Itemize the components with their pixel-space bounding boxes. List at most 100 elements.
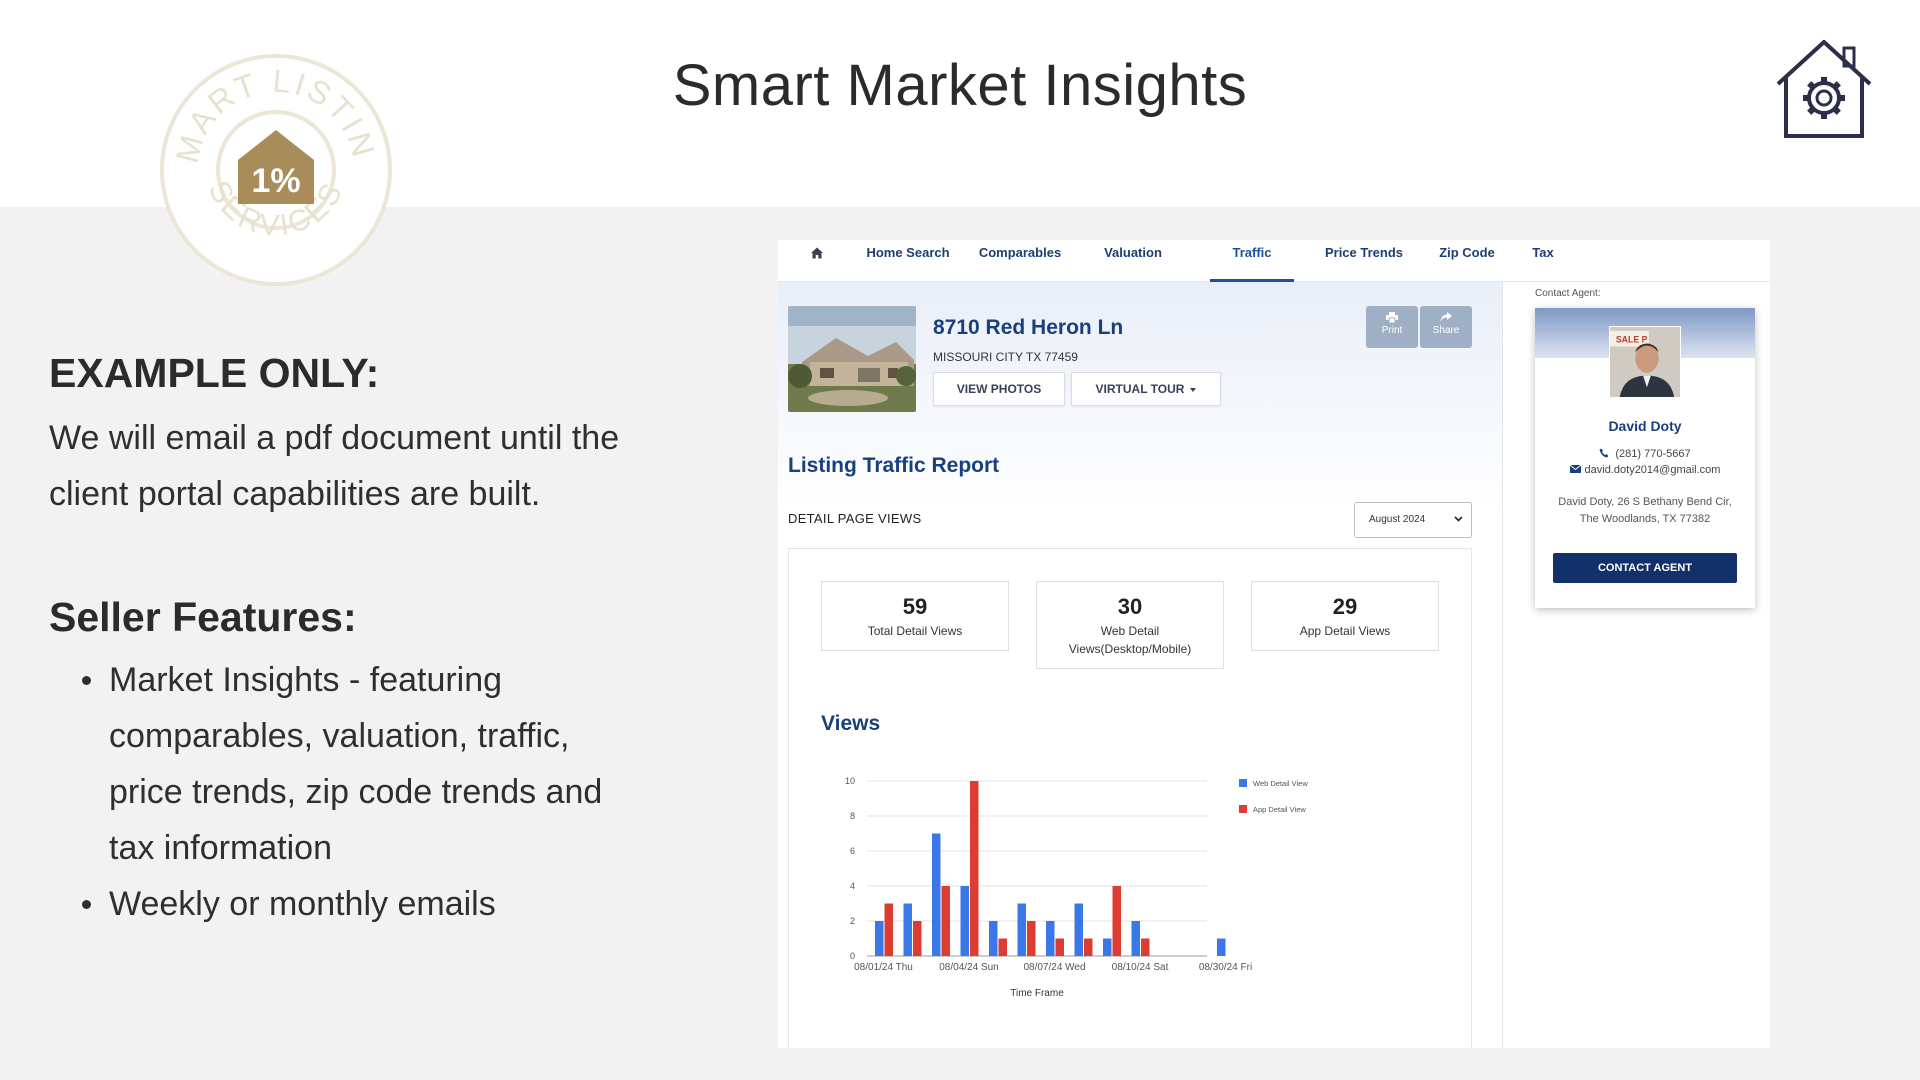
stat-label: Web Detail Views(Desktop/Mobile) [1068,624,1192,656]
legend-swatch [1239,805,1247,813]
stat-app-views: 29 App Detail Views [1251,581,1439,651]
y-tick-label: 8 [850,811,855,821]
legend-swatch [1239,779,1247,787]
bar-app [913,921,922,956]
stat-value: 29 [1332,594,1358,619]
stat-total-views: 59 Total Detail Views [821,581,1009,651]
stat-value: 30 [1117,594,1143,619]
traffic-main-panel: 8710 Red Heron Ln MISSOURI CITY TX 77459… [778,282,1502,1048]
caret-down-icon [1190,387,1197,392]
bar-web [1074,903,1083,956]
bar-app [1055,938,1064,956]
contact-agent-button[interactable]: CONTACT AGENT [1553,553,1737,583]
feature-item: Weekly or monthly emails [82,876,649,932]
agent-card: SALE P David Doty (281) 770-5667 david.d… [1535,308,1755,608]
house-gear-icon [1776,40,1872,138]
agent-name: David Doty [1608,418,1682,434]
view-photos-button[interactable]: VIEW PHOTOS [933,372,1065,406]
report-title: Listing Traffic Report [788,454,1000,477]
x-tick-label: 08/04/24 Sun [939,962,999,973]
tab-zip-code[interactable]: Zip Code [1426,240,1508,282]
contact-agent-label: Contact Agent: [1535,288,1601,299]
tab-valuation[interactable]: Valuation [1088,240,1178,282]
share-label: Share [1432,325,1460,336]
x-tick-label: 08/07/24 Wed [1023,962,1085,973]
stat-web-views: 30 Web Detail Views(Desktop/Mobile) [1036,581,1224,669]
agent-address-line2: The Woodlands, TX 77382 [1579,513,1711,525]
legend-label: Web Detail View [1253,779,1308,788]
bar-app [1027,921,1036,956]
tab-home-search[interactable]: Home Search [858,240,958,282]
x-tick-label: 08/01/24 Thu [854,962,913,973]
agent-email[interactable]: david.doty2014@gmail.com [1535,464,1755,476]
views-bar-chart: 0 2 4 6 8 10 08/01/24 Thu 08/04/24 Sun 08/07/24 … [845,776,1308,999]
month-select-value: August 2024 [1369,514,1426,525]
bar-app [1084,938,1093,956]
bar-app [1141,938,1150,956]
y-tick-label: 0 [850,951,855,961]
example-body: We will email a pdf document until the c… [49,419,620,513]
tab-tax[interactable]: Tax [1518,240,1568,282]
share-button[interactable]: Share [1420,306,1472,348]
bar-web [1217,938,1226,956]
legend-label: App Detail View [1253,805,1306,814]
stat-label: App Detail Views [1299,624,1391,638]
virtual-tour-button[interactable]: VIRTUAL TOUR [1071,372,1221,406]
bar-web [1046,921,1055,956]
virtual-tour-label: VIRTUAL TOUR [1095,382,1185,396]
bar-web [1103,938,1112,956]
y-tick-label: 6 [850,846,855,856]
envelope-icon [1569,464,1581,473]
agent-address: David Doty, 26 S Bethany Bend Cir, The W… [1545,494,1745,528]
print-button[interactable]: Print [1366,306,1418,348]
smart-listing-logo: SMART LISTING SERVICES 1% [158,52,392,286]
chevron-down-icon [1454,516,1463,522]
app-screenshot: Home Search Comparables Valuation Traffi… [778,240,1770,1048]
agent-phone[interactable]: (281) 770-5667 [1535,448,1755,460]
tab-price-trends[interactable]: Price Trends [1314,240,1414,282]
top-nav: Home Search Comparables Valuation Traffi… [778,240,1770,282]
x-tick-label: 08/10/24 Sat [1112,962,1169,973]
printer-icon [1386,312,1398,323]
bar-app [1112,886,1121,956]
bar-web [932,833,941,956]
bar-web [989,921,998,956]
views-chart-title: Views [821,712,881,735]
agent-address-line1: David Doty, 26 S Bethany Bend Cir, [1558,496,1732,508]
seller-features-heading: Seller Features: [49,594,357,640]
detail-page-views-label: DETAIL PAGE VIEWS [788,511,922,526]
bar-app [941,886,950,956]
listing-city: MISSOURI CITY TX 77459 [933,350,1078,364]
agent-phone-value: (281) 770-5667 [1615,448,1691,460]
example-heading: EXAMPLE ONLY: [49,350,380,396]
stat-value: 59 [902,594,928,619]
agent-email-value: david.doty2014@gmail.com [1584,464,1721,476]
tab-comparables[interactable]: Comparables [970,240,1070,282]
logo-center-text: 1% [251,162,300,200]
traffic-card: 59 Total Detail Views 30 Web Detail View… [788,548,1472,1048]
y-tick-label: 2 [850,916,855,926]
y-tick-label: 4 [850,881,855,891]
listing-address: 8710 Red Heron Ln [933,316,1124,339]
month-select[interactable]: August 2024 [1354,502,1472,538]
bar-web [960,886,969,956]
share-icon [1440,312,1452,322]
phone-icon [1599,448,1609,458]
bar-web [875,921,884,956]
home-icon[interactable] [810,246,824,260]
listing-photo[interactable] [788,306,916,412]
tab-traffic[interactable]: Traffic [1210,240,1294,282]
stat-label: Total Detail Views [867,624,963,638]
agent-avatar: SALE P [1609,326,1681,398]
bar-web [1017,903,1026,956]
y-tick-label: 10 [845,776,855,786]
print-label: Print [1381,325,1403,336]
bar-web [903,903,912,956]
x-tick-label: 08/30/24 Fri [1199,962,1252,973]
bar-app [970,781,979,956]
bar-app [884,903,893,956]
features-list: Market Insights - featuring comparables,… [82,652,649,932]
agent-sidebar: Contact Agent: SALE P David Doty (281) 7… [1502,282,1770,1048]
bar-web [1131,921,1140,956]
bar-app [998,938,1007,956]
